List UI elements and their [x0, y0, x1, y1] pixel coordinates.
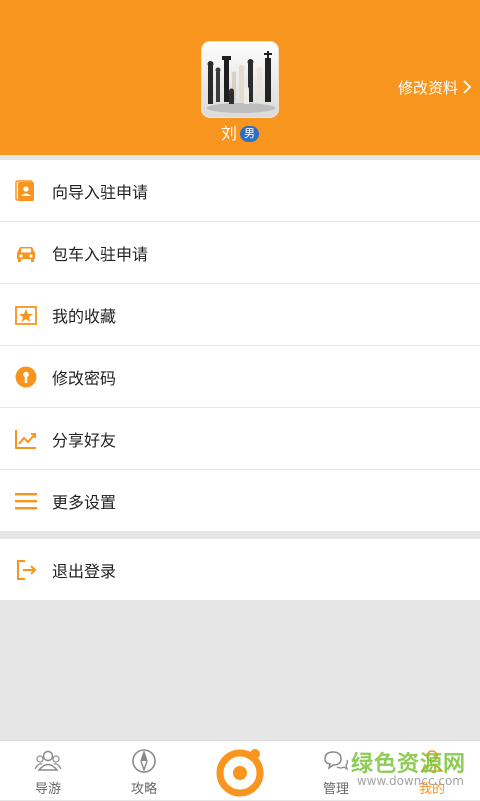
tab-label: 攻略 — [130, 782, 157, 797]
menu-item-label: 分享好友 — [52, 430, 117, 450]
menu-list: 向导入驻申请 包车入驻申请 我的收藏 修改密码 分享好友 更多设置 — [0, 160, 480, 531]
keyhole-icon — [15, 366, 37, 387]
menu-item-car-application[interactable]: 包车入驻申请 — [0, 222, 480, 284]
tab-center[interactable] — [192, 741, 288, 801]
menu-item-share-friends[interactable]: 分享好友 — [0, 408, 480, 470]
edit-profile-button[interactable]: 修改资料 — [398, 77, 474, 97]
menu-item-label: 修改密码 — [52, 368, 117, 388]
center-logo-icon — [216, 749, 264, 797]
menu-item-label: 向导入驻申请 — [52, 182, 149, 202]
tab-guide[interactable]: 导游 — [0, 741, 96, 801]
car-icon — [17, 246, 35, 262]
trend-chart-icon — [15, 429, 36, 449]
menu-item-favorites[interactable]: 我的收藏 — [0, 284, 480, 346]
logout-button[interactable]: 退出登录 — [0, 539, 480, 600]
tab-mine[interactable]: 我的 — [384, 741, 480, 801]
avatar[interactable] — [201, 41, 279, 118]
people-icon — [34, 750, 62, 771]
bottom-tab-bar: 导游 攻略 管理 我的 绿色资源网 www.downcc.com — [0, 740, 480, 800]
user-icon — [420, 750, 444, 772]
user-name: 刘 — [220, 124, 237, 143]
menu-item-label: 我的收藏 — [52, 306, 117, 326]
star-icon — [15, 305, 37, 325]
tab-manage[interactable]: 管理 — [288, 741, 384, 801]
profile-header: 刘 男 修改资料 — [0, 0, 480, 155]
tab-strategy[interactable]: 攻略 — [96, 741, 192, 801]
chess-pieces-image — [202, 42, 278, 117]
menu-item-guide-application[interactable]: 向导入驻申请 — [0, 160, 480, 222]
menu-lines-icon — [15, 492, 37, 509]
menu-item-label: 更多设置 — [52, 492, 117, 512]
menu-item-more-settings[interactable]: 更多设置 — [0, 470, 480, 531]
logout-label: 退出登录 — [52, 561, 117, 581]
compass-icon — [132, 749, 156, 773]
logout-icon — [17, 559, 37, 580]
guide-application-icon — [15, 179, 34, 201]
menu-item-change-password[interactable]: 修改密码 — [0, 346, 480, 408]
chat-icon — [324, 751, 349, 771]
gender-badge: 男 — [240, 126, 259, 142]
tab-label: 管理 — [322, 782, 349, 797]
menu-item-label: 包车入驻申请 — [52, 244, 149, 264]
tab-label: 导游 — [34, 782, 61, 797]
tab-label: 我的 — [418, 782, 445, 797]
chevron-right-icon — [463, 80, 472, 94]
edit-profile-label: 修改资料 — [397, 78, 458, 97]
name-row: 刘 男 — [0, 123, 480, 145]
